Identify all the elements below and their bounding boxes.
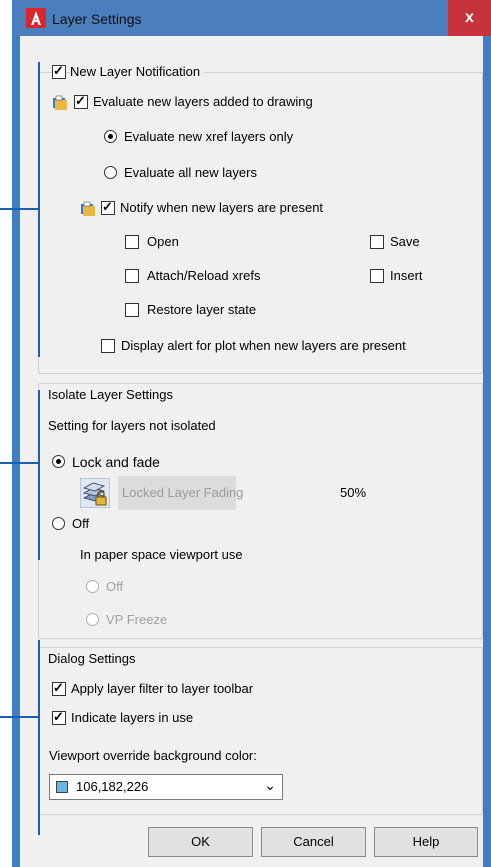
isolate-off-label: Off	[72, 516, 90, 531]
layer-notify-present-icon	[81, 201, 95, 216]
annotation-pointer-middle	[0, 462, 38, 464]
color-swatch	[56, 781, 68, 793]
annotation-pointer-bottom	[0, 716, 38, 718]
ps-vp-freeze-radio[interactable]	[86, 613, 99, 626]
attach-reload-checkbox[interactable]	[125, 269, 139, 283]
isolate-layer-title: Isolate Layer Settings	[48, 387, 174, 402]
restore-state-label: Restore layer state	[147, 302, 257, 317]
apply-filter-label: Apply layer filter to layer toolbar	[71, 681, 254, 696]
viewport-color-value: 106,182,226	[76, 779, 149, 794]
attach-reload-label: Attach/Reload xrefs	[147, 268, 261, 283]
notify-present-label: Notify when new layers are present	[120, 200, 324, 215]
dialog-settings-title: Dialog Settings	[48, 651, 136, 666]
ps-vp-freeze-label: VP Freeze	[106, 612, 168, 627]
open-checkbox[interactable]	[125, 235, 139, 249]
evaluate-new-layers-label: Evaluate new layers added to drawing	[93, 94, 313, 109]
layer-notify-icon	[53, 95, 67, 110]
indicate-in-use-label: Indicate layers in use	[71, 710, 194, 725]
ok-button[interactable]: OK	[148, 827, 253, 857]
restore-state-checkbox[interactable]	[125, 303, 139, 317]
fading-label: Locked Layer Fading	[122, 485, 244, 500]
evaluate-new-layers-checkbox[interactable]	[74, 93, 88, 109]
help-button[interactable]: Help	[374, 827, 478, 857]
indicate-in-use-checkbox[interactable]	[52, 709, 66, 725]
insert-label: Insert	[390, 268, 423, 283]
window-title: Layer Settings	[52, 11, 142, 27]
lock-fade-radio[interactable]	[52, 455, 65, 468]
fading-value: 50%	[340, 485, 367, 500]
autocad-logo-icon	[26, 8, 46, 28]
new-layer-notification-checkbox[interactable]	[52, 63, 66, 79]
display-alert-label: Display alert for plot when new layers a…	[121, 338, 406, 353]
isolate-off-radio[interactable]	[52, 517, 65, 530]
evaluate-xref-only-label: Evaluate new xref layers only	[124, 129, 294, 144]
notify-present-checkbox[interactable]	[101, 199, 115, 215]
annotation-line-middle	[38, 390, 40, 560]
paper-space-label: In paper space viewport use	[80, 547, 243, 562]
evaluate-xref-only-radio[interactable]	[104, 130, 117, 143]
annotation-line-bottom	[38, 640, 40, 835]
new-layer-notification-group	[38, 72, 483, 374]
viewport-color-dropdown[interactable]: 106,182,226 ⌄	[49, 774, 283, 800]
ps-off-radio[interactable]	[86, 580, 99, 593]
lock-fade-label: Lock and fade	[72, 454, 160, 470]
insert-checkbox[interactable]	[370, 269, 384, 283]
close-button[interactable]: x	[448, 0, 491, 36]
apply-filter-checkbox[interactable]	[52, 680, 66, 696]
locked-layer-icon	[80, 478, 110, 508]
annotation-line-top	[38, 62, 40, 357]
evaluate-all-radio[interactable]	[104, 166, 117, 179]
save-label: Save	[390, 234, 420, 249]
display-alert-checkbox[interactable]	[101, 339, 115, 353]
evaluate-all-label: Evaluate all new layers	[124, 165, 257, 180]
viewport-override-label: Viewport override background color:	[49, 748, 257, 763]
chevron-down-icon: ⌄	[264, 777, 276, 793]
isolate-layer-subtitle: Setting for layers not isolated	[48, 418, 216, 433]
cancel-button[interactable]: Cancel	[261, 827, 366, 857]
open-label: Open	[147, 234, 179, 249]
save-checkbox[interactable]	[370, 235, 384, 249]
ps-off-label: Off	[106, 579, 124, 594]
new-layer-notification-label: New Layer Notification	[70, 64, 205, 79]
annotation-pointer-top	[0, 208, 38, 210]
